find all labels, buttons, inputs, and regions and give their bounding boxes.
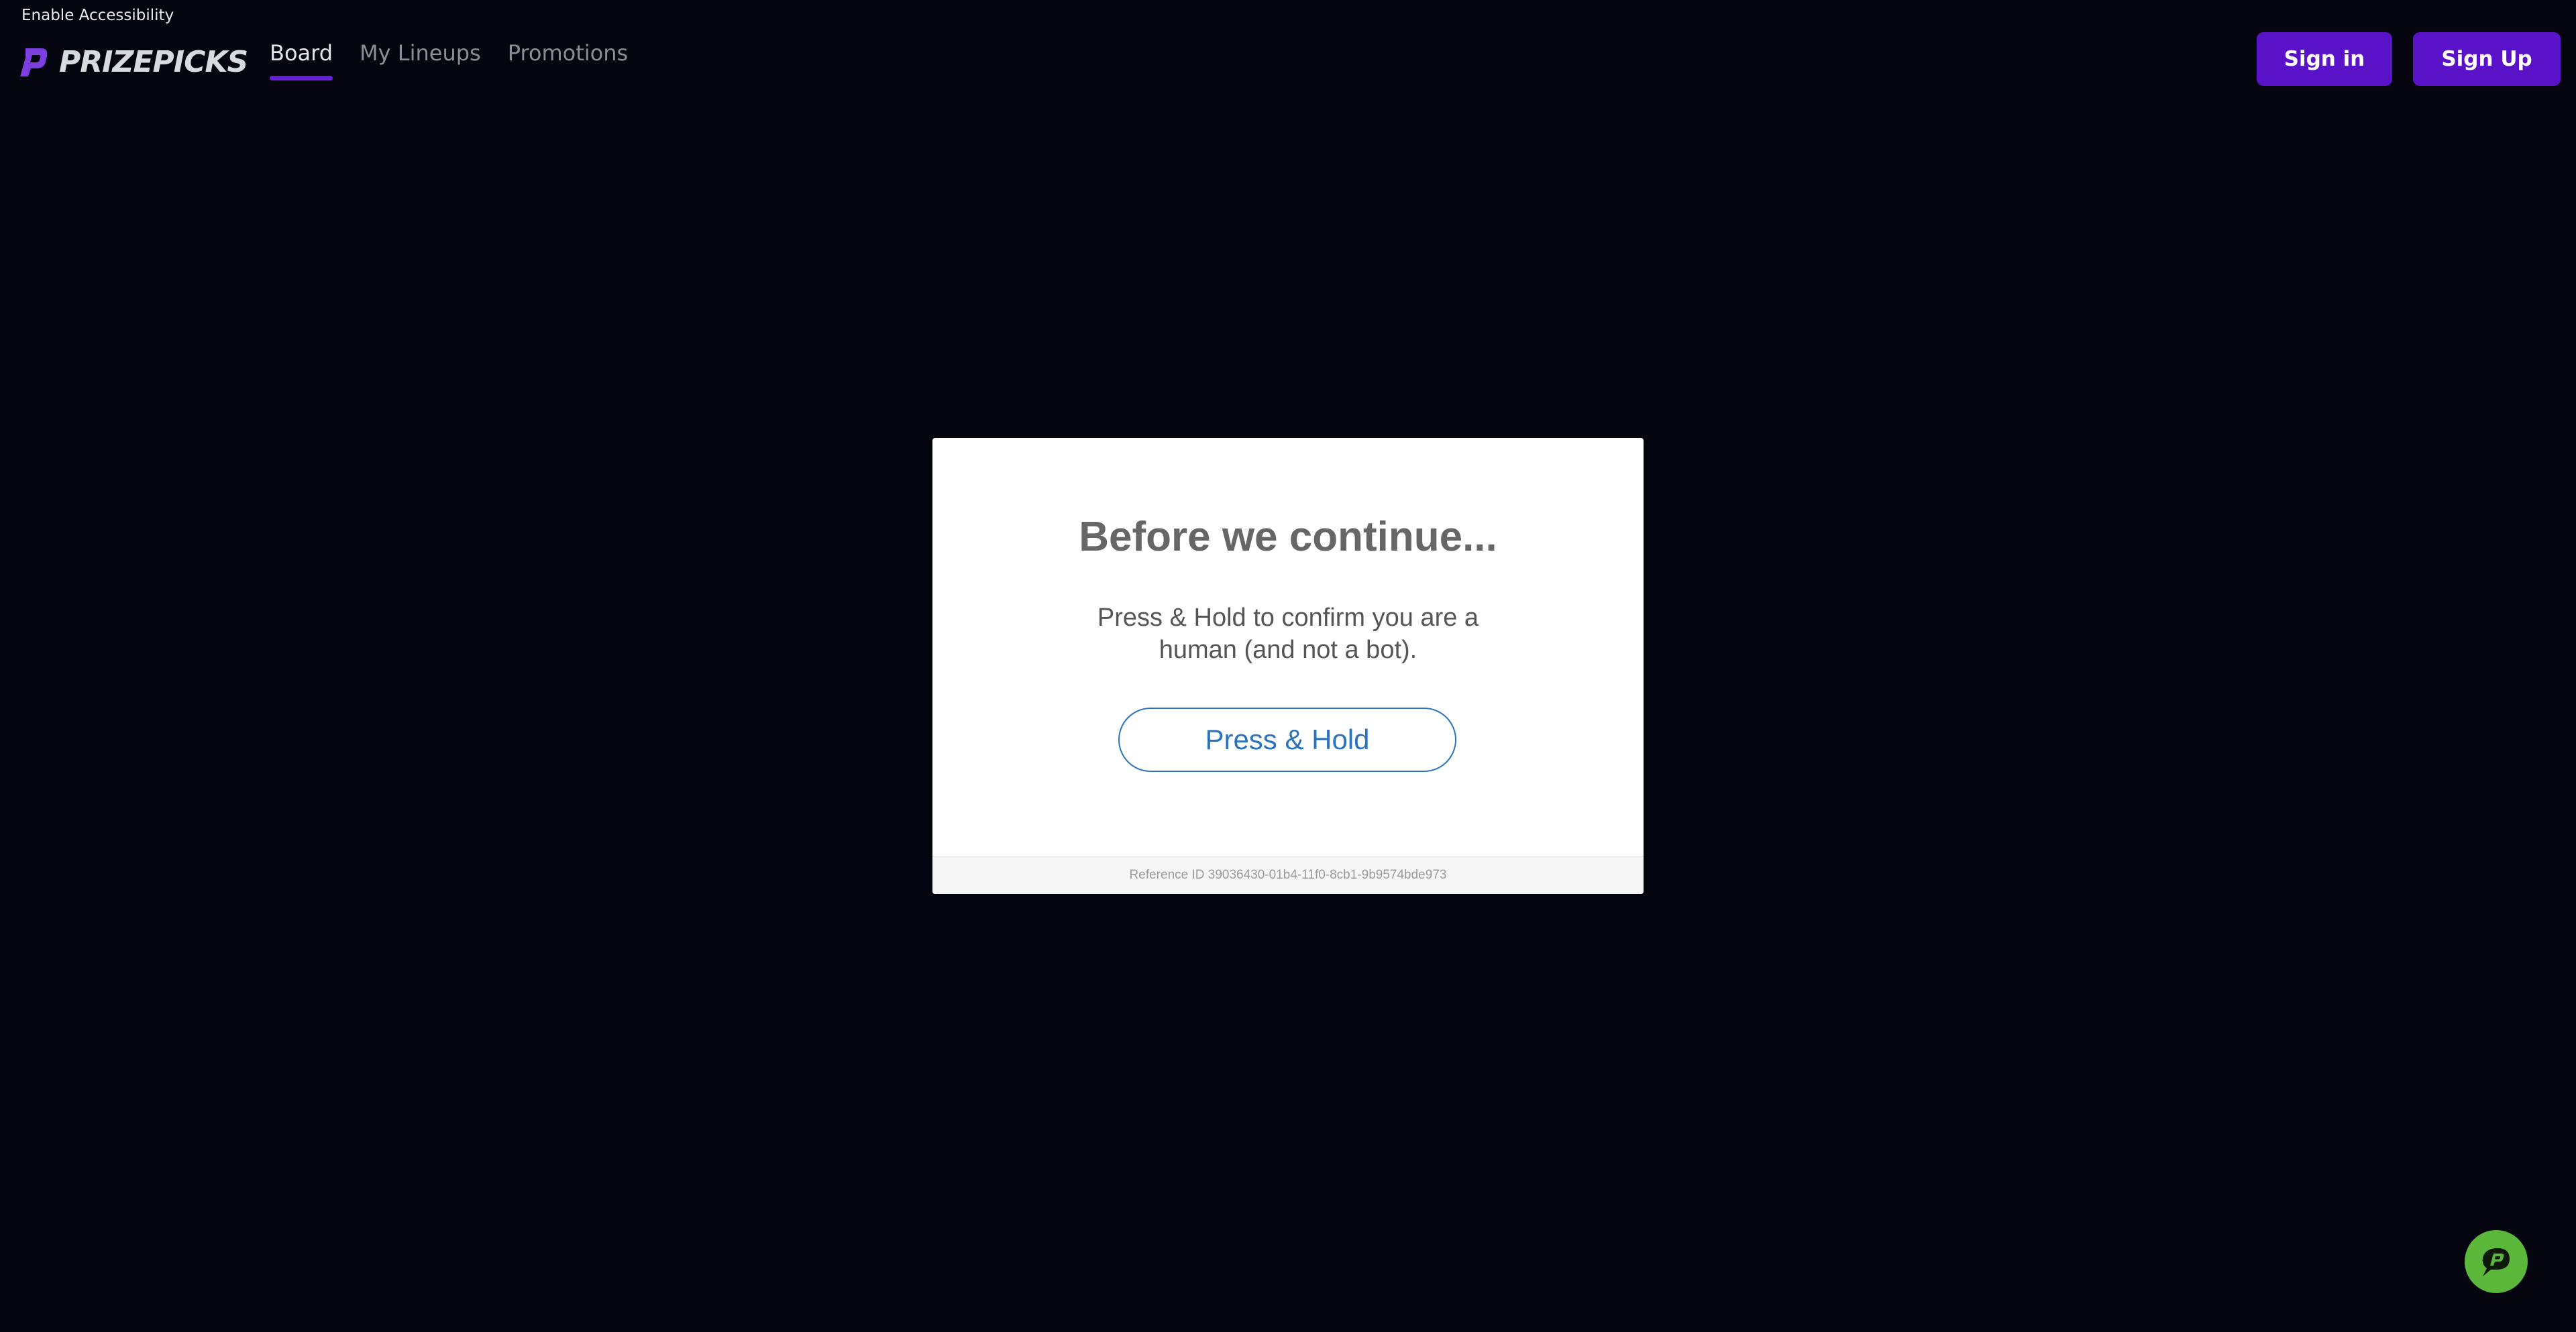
sign-up-button[interactable]: Sign Up — [2413, 32, 2561, 86]
main-nav: Board My Lineups Promotions — [270, 40, 628, 80]
chat-button[interactable] — [2465, 1230, 2528, 1293]
press-and-hold-button[interactable]: Press & Hold — [1118, 708, 1456, 772]
prizepicks-logo[interactable]: PRIZEPICKS — [16, 42, 248, 82]
modal-description: Press & Hold to confirm you are a human … — [1097, 604, 1479, 664]
modal-title: Before we continue... — [1079, 514, 1497, 560]
reference-id-footer: Reference ID 39036430-01b4-11f0-8cb1-9b9… — [932, 856, 1644, 894]
prizepicks-logo-icon — [20, 48, 48, 76]
human-verification-modal: Before we continue... Press & Hold to co… — [932, 438, 1644, 894]
nav-my-lineups[interactable]: My Lineups — [360, 40, 481, 80]
enable-accessibility-link[interactable]: Enable Accessibility — [21, 7, 174, 24]
sign-in-button[interactable]: Sign in — [2257, 32, 2392, 86]
prizepicks-chat-icon — [2482, 1248, 2510, 1276]
logo-text: PRIZEPICKS — [59, 44, 248, 79]
page: Enable Accessibility PRIZEPICKS Board My… — [0, 0, 2576, 1332]
nav-board[interactable]: Board — [270, 40, 333, 80]
nav-promotions[interactable]: Promotions — [508, 40, 628, 80]
header: PRIZEPICKS Board My Lineups Promotions S… — [0, 31, 2576, 111]
